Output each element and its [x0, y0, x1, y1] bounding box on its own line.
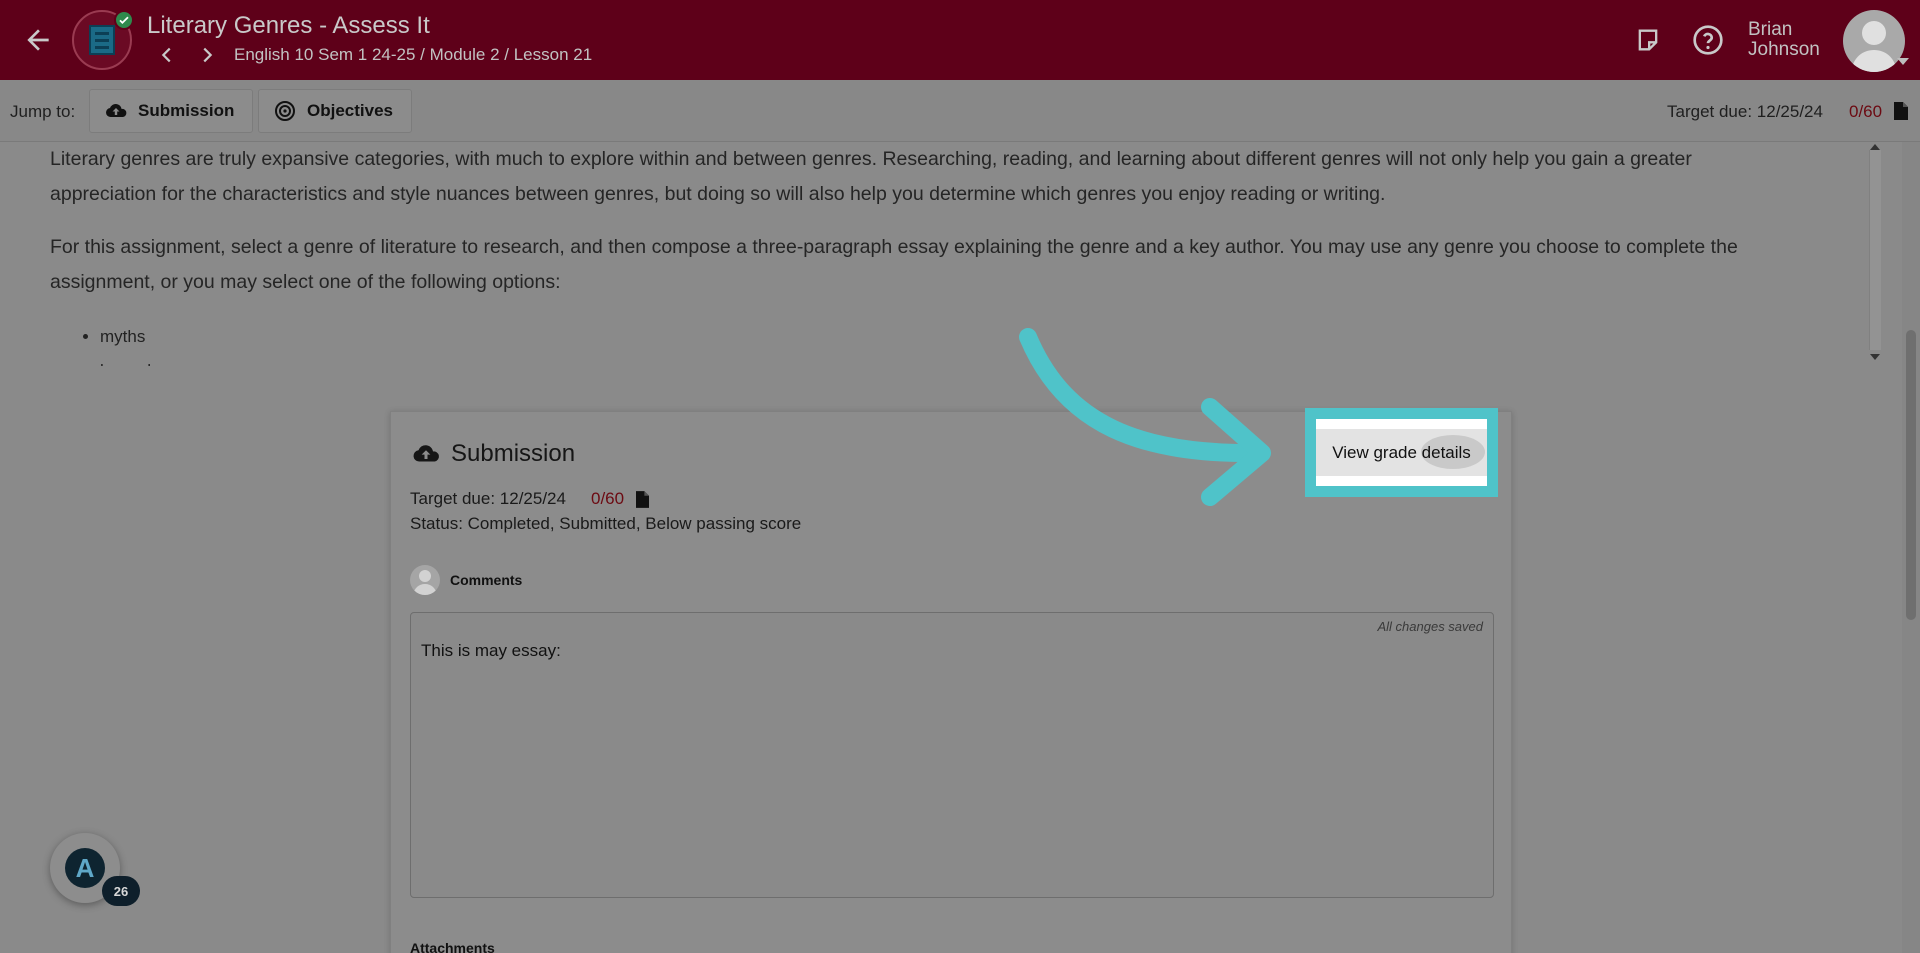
check-badge-icon — [114, 10, 134, 30]
notification-count-badge: 26 — [102, 876, 140, 906]
file-icon[interactable] — [1894, 102, 1908, 120]
user-avatar[interactable] — [1843, 10, 1905, 72]
save-status: All changes saved — [1377, 619, 1483, 634]
submission-target-due: Target due: 12/25/24 — [410, 489, 566, 508]
button-surface: View grade details — [1316, 429, 1487, 476]
chevron-right-icon[interactable] — [196, 44, 218, 66]
score: 0/60 — [1849, 102, 1883, 121]
jump-objectives-label: Objectives — [307, 101, 393, 120]
top-app-bar: Literary Genres - Assess It English 10 S… — [0, 0, 1920, 80]
cloud-upload-icon — [106, 103, 127, 117]
caret-down-icon[interactable] — [1897, 58, 1909, 65]
jump-submission-label: Submission — [138, 101, 235, 120]
submission-heading: Submission — [411, 439, 575, 469]
instructions-paragraph-1: Literary genres are truly expansive cate… — [50, 148, 1692, 205]
submission-score: 0/60 — [591, 489, 625, 508]
page-title: Literary Genres - Assess It — [147, 12, 430, 39]
scrollbar-track[interactable] — [1869, 150, 1881, 350]
view-grade-details-button[interactable]: View grade details — [1316, 419, 1487, 486]
back-arrow-icon[interactable] — [22, 24, 54, 56]
breadcrumb[interactable]: English 10 Sem 1 24-25 / Module 2 / Less… — [234, 45, 592, 65]
chevron-left-icon[interactable] — [156, 44, 178, 66]
jump-to-label: Jump to: — [10, 102, 76, 121]
page-scrollbar[interactable] — [1902, 142, 1920, 953]
comments-avatar — [410, 565, 440, 595]
essay-text[interactable]: This is may essay: — [421, 641, 561, 661]
highlight-frame: View grade details — [1305, 408, 1498, 497]
target-due: Target due: 12/25/24 — [1667, 102, 1823, 121]
jump-bar: Jump to: Submission Objectives Target du… — [0, 80, 1920, 142]
assignment-instructions: Literary genres are truly expansive cate… — [0, 142, 1888, 366]
list-item: legends — [100, 354, 160, 366]
scroll-down-arrow-icon[interactable] — [1870, 354, 1880, 360]
user-name[interactable]: Brian Johnson — [1748, 20, 1820, 60]
comments-label: Comments — [450, 572, 523, 588]
essay-editor[interactable]: All changes saved This is may essay: — [410, 612, 1494, 898]
jump-objectives-button[interactable]: Objectives — [258, 89, 412, 133]
jump-submission-button[interactable]: Submission — [89, 89, 254, 133]
course-logo[interactable] — [72, 10, 134, 70]
submission-title: Submission — [451, 440, 576, 467]
target-icon — [275, 101, 295, 121]
genre-options-list: myths legends — [100, 320, 160, 366]
list-item: myths — [100, 320, 160, 354]
help-icon[interactable] — [1692, 24, 1724, 56]
file-icon[interactable] — [636, 491, 649, 508]
view-grade-details-label: View grade details — [1332, 442, 1471, 462]
user-first-name: Brian — [1748, 19, 1793, 40]
book-icon — [89, 25, 115, 55]
scrollbar-thumb[interactable] — [1906, 330, 1916, 620]
user-last-name: Johnson — [1748, 39, 1820, 60]
cloud-upload-icon — [413, 445, 439, 462]
person-icon — [1851, 21, 1897, 72]
person-icon — [413, 570, 437, 595]
instructions-paragraph-2: For this assignment, select a genre of l… — [50, 236, 1738, 293]
submission-status: Status: Completed, Submitted, Below pass… — [410, 514, 802, 533]
instructions-scrollbar[interactable] — [1866, 142, 1886, 366]
attachments-label: Attachments — [410, 940, 495, 953]
assistant-logo-icon: A — [65, 848, 105, 888]
sticky-note-icon[interactable] — [1634, 26, 1662, 54]
